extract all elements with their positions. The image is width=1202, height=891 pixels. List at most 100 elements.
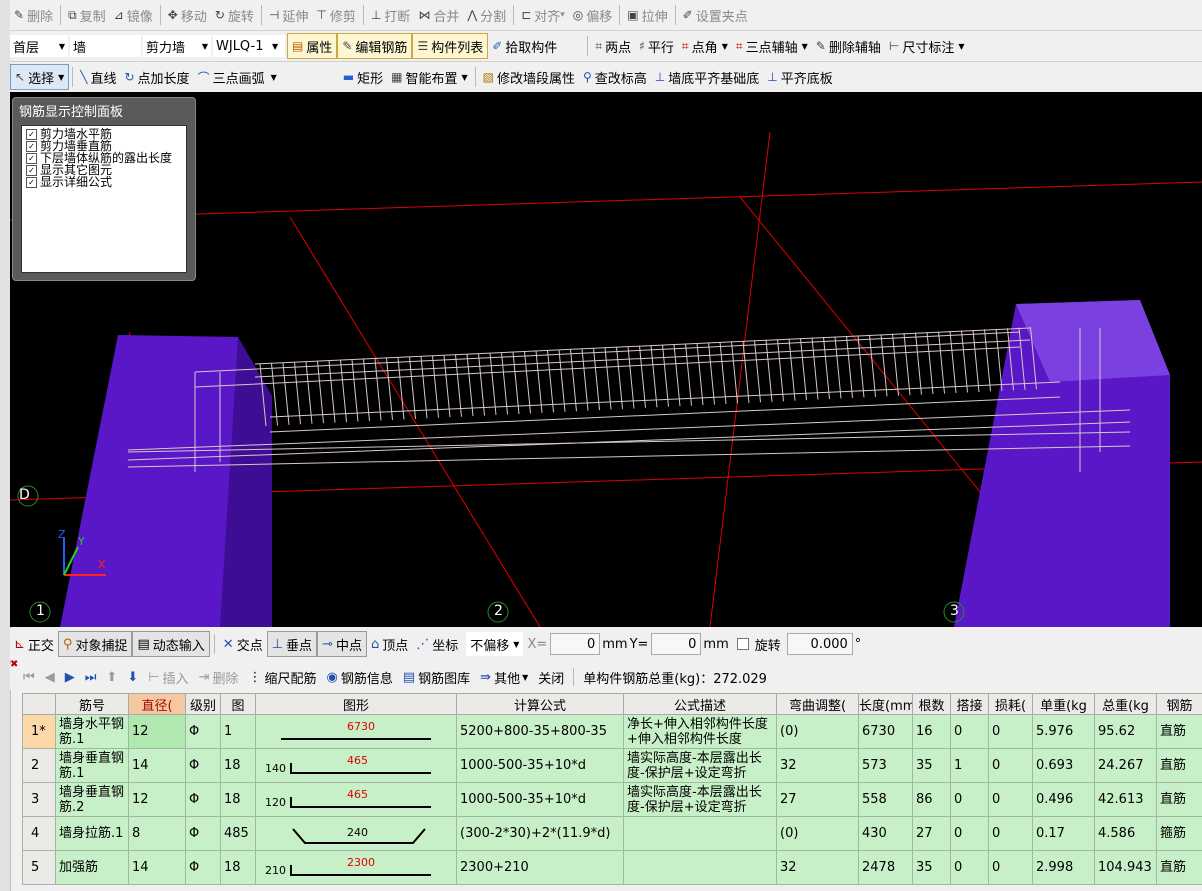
cell-desc[interactable] [623,816,777,851]
column-header[interactable]: 根数 [912,693,951,715]
scale-rebar-button[interactable]: ⋮ 缩尺配筋 [243,668,321,687]
cell-name[interactable]: 墙身垂直钢筋.1 [55,748,129,783]
cell-formula[interactable]: (300-2*30)+2*(11.9*d) [456,816,624,851]
checkbox-checked-icon[interactable]: ✓ [26,152,37,164]
toolbar-12-button[interactable]: ▣ 拉伸 [623,3,671,27]
select-button[interactable]: ↖ 选择 ▼ [10,64,70,90]
cell-total_w[interactable]: 4.586 [1094,816,1157,851]
column-header[interactable]: 公式描述 [623,693,777,715]
cell-shape[interactable]: 465 120 [255,782,457,817]
arc-option-select[interactable] [281,66,337,88]
point-angle-axis-button[interactable]: ⌗ 点角 ▼ [678,34,732,58]
cell-dia[interactable]: 14 [128,850,186,885]
toolbar-2-button[interactable]: ⊿ 镜像 [110,3,157,27]
cell-length[interactable]: 573 [858,748,913,783]
cell-length[interactable]: 6730 [858,714,913,749]
perpendicular-snap[interactable]: ⊥ 垂点 [266,631,318,657]
dimension-button[interactable]: ⊢ 尺寸标注 ▼ [885,34,969,58]
cell-formula[interactable]: 5200+800-35+800-35 [456,714,624,749]
cell-loss[interactable]: 0 [988,850,1033,885]
type-select[interactable]: 剪力墙 ▼ [143,35,211,57]
move-down-button[interactable]: ⬇ [122,670,143,685]
cell-type[interactable]: 箍筋 [1156,816,1202,851]
panel-item-formula[interactable]: ✓ 显示详细公式 [26,176,186,188]
checkbox-checked-icon[interactable]: ✓ [26,176,37,188]
cell-dia[interactable]: 12 [128,782,186,817]
cell-shape[interactable]: 465 140 [255,748,457,783]
cell-fig[interactable]: 18 [220,748,256,783]
line-button[interactable]: ╲ 直线 [76,65,120,89]
cell-loss[interactable]: 0 [988,816,1033,851]
cell-bend[interactable]: (0) [776,714,859,749]
toolbar-0-button[interactable]: ✎ 删除 [10,3,57,27]
x-input[interactable] [550,633,601,655]
cell-bend[interactable]: (0) [776,816,859,851]
rotate-checkbox[interactable] [736,638,749,650]
row-number[interactable]: 4 [22,816,56,851]
smart-layout-button[interactable]: ▦ 智能布置 ▼ [387,65,472,89]
cell-lap[interactable]: 0 [950,816,989,851]
cell-name[interactable]: 墙身水平钢筋.1 [55,714,129,749]
cell-unit_w[interactable]: 0.496 [1032,782,1095,817]
cell-name[interactable]: 墙身垂直钢筋.2 [55,782,129,817]
cell-fig[interactable]: 1 [220,714,256,749]
rebar-library-button[interactable]: ▤ 钢筋图库 [398,668,475,687]
cell-type[interactable]: 直筋 [1156,748,1202,783]
cell-count[interactable]: 35 [912,748,951,783]
flush-slab-button[interactable]: ⊥ 平齐底板 [763,65,836,89]
column-header[interactable]: 计算公式 [456,693,624,715]
y-input[interactable] [651,633,702,655]
table-row[interactable]: 2 墙身垂直钢筋.1 14 Φ 18 465 140 1000-500-35+10*d 墙实际高… [22,748,1202,783]
row-number[interactable]: 1* [22,714,56,749]
cell-lap[interactable]: 0 [950,850,989,885]
column-header[interactable]: 搭接 [950,693,989,715]
column-header[interactable]: 级别 [185,693,221,715]
cell-count[interactable]: 86 [912,782,951,817]
cell-desc[interactable] [623,850,777,885]
cell-shape[interactable]: 2300 210 [255,850,457,885]
column-header[interactable]: 直径( [128,693,186,715]
cell-shape[interactable]: 6730 [255,714,457,749]
cell-loss[interactable]: 0 [988,782,1033,817]
cell-loss[interactable]: 0 [988,748,1033,783]
cell-length[interactable]: 430 [858,816,913,851]
cell-dia[interactable]: 12 [128,714,186,749]
cell-length[interactable]: 2478 [858,850,913,885]
vertex-snap[interactable]: ⌂ 顶点 [367,632,412,656]
cell-count[interactable]: 16 [912,714,951,749]
column-header[interactable]: 筋号 [55,693,129,715]
column-header[interactable]: 图形 [255,693,457,715]
property-button[interactable]: ▤ 属性 [287,33,338,59]
modify-wall-button[interactable]: ▧ 修改墙段属性 [479,65,579,89]
cell-fig[interactable]: 485 [220,816,256,851]
cell-type[interactable]: 直筋 [1156,850,1202,885]
prev-record-button[interactable]: ◀ [40,670,60,685]
checkbox-checked-icon[interactable]: ✓ [26,140,37,152]
cell-unit_w[interactable]: 2.998 [1032,850,1095,885]
cell-fig[interactable]: 18 [220,850,256,885]
column-header[interactable]: 单重(kg [1032,693,1095,715]
cell-unit_w[interactable]: 5.976 [1032,714,1095,749]
cell-dia[interactable]: 14 [128,748,186,783]
toolbar-11-button[interactable]: ◎ 偏移 [569,3,617,27]
cell-desc[interactable]: 墙实际高度-本层露出长度-保护层+设定弯折 [623,748,777,783]
cell-total_w[interactable]: 24.267 [1094,748,1157,783]
move-up-button[interactable]: ⬆ [101,670,122,685]
cell-lap[interactable]: 0 [950,714,989,749]
column-header[interactable]: 长度(mm [858,693,913,715]
cell-dia[interactable]: 8 [128,816,186,851]
rect-button[interactable]: ▬ 矩形 [339,65,387,89]
toolbar-9-button[interactable]: ⋀ 分割 [463,3,510,27]
cell-type[interactable]: 直筋 [1156,782,1202,817]
cell-count[interactable]: 27 [912,816,951,851]
cell-grade[interactable]: Φ [185,714,221,749]
ortho-toggle[interactable]: ⊾ 正交 [10,632,58,656]
snap-toggle[interactable]: ⚲ 对象捕捉 [57,631,133,657]
cell-grade[interactable]: Φ [185,748,221,783]
three-point-axis-button[interactable]: ⌗ 三点辅轴 ▼ [732,34,812,58]
toolbar-5-button[interactable]: ⊣ 延伸 [265,3,312,27]
cell-loss[interactable]: 0 [988,714,1033,749]
cell-formula[interactable]: 1000-500-35+10*d [456,782,624,817]
cell-desc[interactable]: 净长+伸入相邻构件长度+伸入相邻构件长度 [623,714,777,749]
delete-axis-button[interactable]: ✎ 删除辅轴 [812,34,885,58]
